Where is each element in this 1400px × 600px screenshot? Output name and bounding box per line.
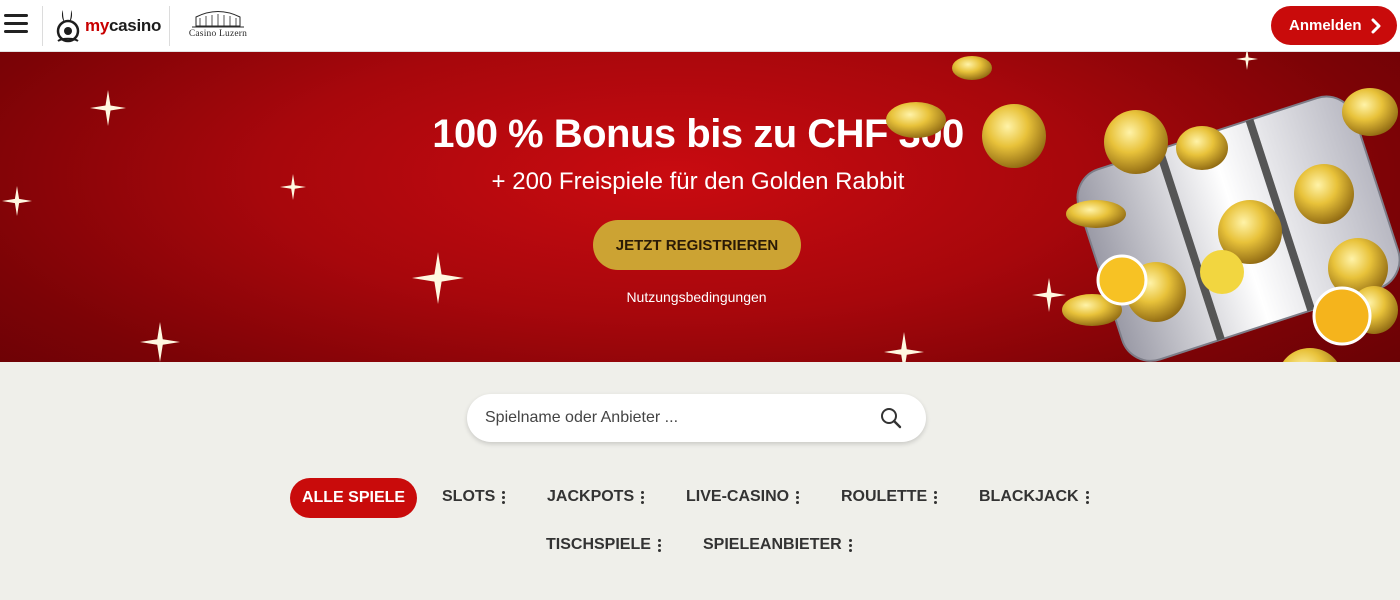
sparkle-icon xyxy=(140,322,180,362)
tab-slots[interactable]: SLOTS xyxy=(442,477,506,517)
more-options-icon[interactable] xyxy=(657,537,661,553)
register-button[interactable]: JETZT REGISTRIEREN xyxy=(593,220,801,270)
tab-tischspiele[interactable]: TISCHSPIELE xyxy=(546,525,661,565)
more-options-icon[interactable] xyxy=(848,537,852,553)
tab-jackpots[interactable]: JACKPOTS xyxy=(547,477,645,517)
more-options-icon[interactable] xyxy=(1085,489,1089,505)
login-button-label: Anmelden xyxy=(1289,17,1362,34)
mycasino-wordmark: mycasino xyxy=(85,16,162,35)
search-bar[interactable] xyxy=(467,394,926,442)
tab-label: SPIELEANBIETER xyxy=(703,536,842,553)
search-icon[interactable] xyxy=(880,407,902,429)
more-options-icon[interactable] xyxy=(796,489,800,505)
tab-label: BLACKJACK xyxy=(979,488,1079,505)
tab-label: SLOTS xyxy=(442,488,496,505)
tab-blackjack[interactable]: BLACKJACK xyxy=(979,477,1089,517)
header-divider xyxy=(42,6,43,46)
tab-label: TISCHSPIELE xyxy=(546,536,651,553)
tab-label: JACKPOTS xyxy=(547,488,635,505)
tab-spieleanbieter[interactable]: SPIELEANBIETER xyxy=(703,525,852,565)
more-options-icon[interactable] xyxy=(934,489,938,505)
more-options-icon[interactable] xyxy=(641,489,645,505)
tab-alle-spiele[interactable]: ALLE SPIELE xyxy=(290,478,417,518)
mycasino-logo[interactable]: mycasino xyxy=(54,8,161,44)
casino-luzern-logo[interactable]: Casino Luzern xyxy=(178,6,258,46)
header-divider xyxy=(169,6,170,46)
tab-label: ALLE SPIELE xyxy=(301,489,406,506)
casino-building-icon xyxy=(192,11,244,28)
tab-label: ROULETTE xyxy=(841,488,928,505)
tab-roulette[interactable]: ROULETTE xyxy=(841,477,938,517)
slot-machine-illustration xyxy=(886,56,1400,362)
more-options-icon[interactable] xyxy=(502,489,506,505)
tab-label: LIVE-CASINO xyxy=(686,488,790,505)
hamburger-menu-icon[interactable] xyxy=(4,14,28,36)
tab-live-casino[interactable]: LIVE-CASINO xyxy=(686,477,800,517)
hero-banner: 100 % Bonus bis zu CHF 300 + 200 Freispi… xyxy=(0,52,1400,362)
search-input[interactable] xyxy=(485,406,865,430)
rabbit-logo-icon xyxy=(56,10,80,43)
chevron-right-icon xyxy=(1371,18,1381,33)
login-button[interactable]: Anmelden xyxy=(1271,6,1397,45)
casino-luzern-wordmark: Casino Luzern xyxy=(188,29,248,39)
top-header: mycasino Casino Luzern Anmelden xyxy=(0,0,1400,52)
